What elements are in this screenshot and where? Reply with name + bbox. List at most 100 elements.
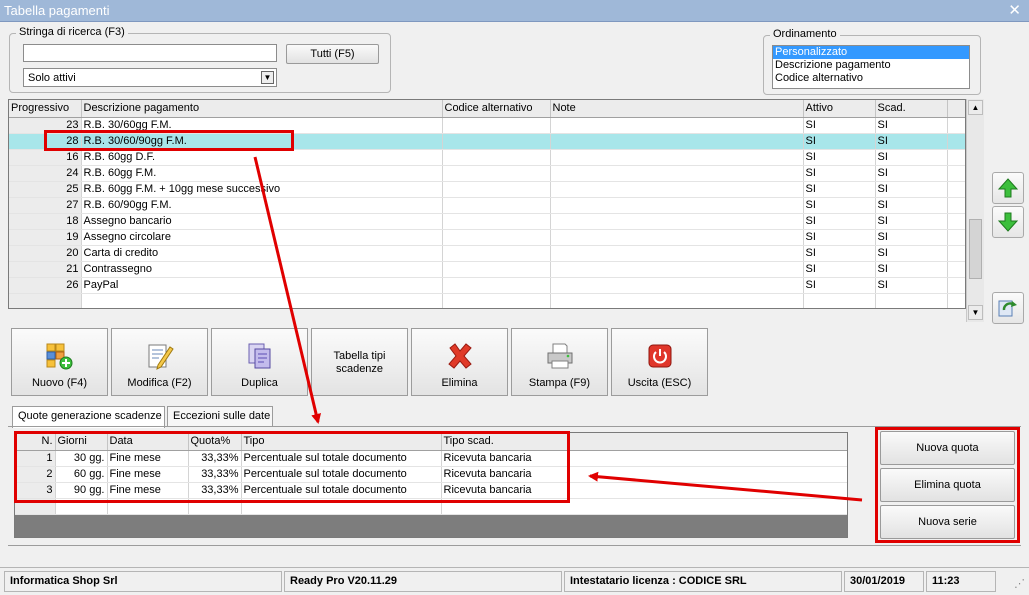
quota-cell-n: 3 — [15, 482, 56, 499]
col-header-note[interactable]: Note — [550, 100, 804, 118]
col-header-tipo[interactable]: Tipo — [241, 433, 442, 451]
payment-row[interactable]: 24 R.B. 60gg F.M. SI SI — [9, 165, 965, 182]
quota-empty-row — [15, 498, 847, 515]
scroll-up-icon[interactable]: ▲ — [968, 100, 983, 115]
col-header-descrizione[interactable]: Descrizione pagamento — [81, 100, 443, 118]
quota-row[interactable]: 1 30 gg. Fine mese 33,33% Percentuale sul to… — [15, 450, 847, 467]
new-button-label: Nuovo (F4) — [31, 377, 88, 389]
quota-cell-data: Fine mese — [107, 450, 189, 467]
move-up-button[interactable] — [992, 172, 1024, 204]
payment-cell-codice — [442, 149, 551, 166]
col-header-codice[interactable]: Codice alternativo — [442, 100, 551, 118]
payment-cell-codice — [442, 133, 551, 150]
payment-row[interactable]: 23 R.B. 30/60gg F.M. SI SI — [9, 117, 965, 134]
show-all-button[interactable]: Tutti (F5) — [286, 44, 379, 64]
payment-cell-scad: SI — [875, 229, 948, 246]
duplicate-button[interactable]: Duplica — [211, 328, 308, 396]
quota-row[interactable]: 3 90 gg. Fine mese 33,33% Percentuale sul to… — [15, 482, 847, 499]
payment-row[interactable]: 16 R.B. 60gg D.F. SI SI — [9, 149, 965, 166]
payment-cell-progressivo: 16 — [9, 149, 82, 166]
payment-cell-descrizione: R.B. 60gg F.M. + 10gg mese successivo — [81, 181, 443, 198]
payment-row[interactable]: 27 R.B. 60/90gg F.M. SI SI — [9, 197, 965, 214]
payment-cell-descrizione: Carta di credito — [81, 245, 443, 262]
payment-empty-row — [9, 293, 965, 308]
scroll-down-icon[interactable]: ▼ — [968, 305, 983, 320]
exit-button[interactable]: Uscita (ESC) — [611, 328, 708, 396]
resize-grip-icon[interactable]: ⋰ — [1014, 577, 1025, 590]
col-header-quota[interactable]: Quota% — [188, 433, 242, 451]
due-types-table-button[interactable]: Tabella tipi scadenze — [311, 328, 408, 396]
new-button[interactable]: Nuovo (F4) — [11, 328, 108, 396]
duplicate-icon — [248, 343, 270, 369]
close-icon[interactable]: ✕ — [1008, 1, 1021, 19]
move-down-button[interactable] — [992, 206, 1024, 238]
payment-cell-scad: SI — [875, 165, 948, 182]
payment-cell-note — [550, 133, 804, 150]
payment-cell-filler — [947, 165, 965, 182]
payment-cell-descrizione: R.B. 60/90gg F.M. — [81, 197, 443, 214]
payment-row[interactable]: 25 R.B. 60gg F.M. + 10gg mese successivo S… — [9, 181, 965, 198]
ordering-option[interactable]: Personalizzato — [773, 46, 969, 59]
payment-cell-codice — [442, 277, 551, 294]
new-series-button[interactable]: Nuova serie — [880, 505, 1015, 539]
payment-cell-progressivo: 25 — [9, 181, 82, 198]
payment-cell-descrizione: Assegno circolare — [81, 229, 443, 246]
arrow-up-icon — [997, 178, 1019, 198]
col-header-giorni[interactable]: Giorni — [55, 433, 108, 451]
payment-row[interactable]: 21 Contrassegno SI SI — [9, 261, 965, 278]
print-button-label: Stampa (F9) — [528, 377, 591, 389]
new-quota-button[interactable]: Nuova quota — [880, 431, 1015, 465]
scroll-thumb[interactable] — [969, 219, 982, 279]
payment-cell-attivo: SI — [803, 149, 876, 166]
title-bar: Tabella pagamenti ✕ — [0, 0, 1029, 22]
tab-quote-generation[interactable]: Quote generazione scadenze — [12, 406, 165, 428]
payment-cell-progressivo: 26 — [9, 277, 82, 294]
quotes-table: N. Giorni Data Quota% Tipo Tipo scad. 13… — [15, 433, 847, 515]
delete-quota-button[interactable]: Elimina quota — [880, 468, 1015, 502]
payment-cell-filler — [947, 277, 965, 294]
quota-cell-giorni: 30 gg. — [55, 450, 108, 467]
col-header-attivo[interactable]: Attivo — [803, 100, 876, 118]
quota-row[interactable]: 2 60 gg. Fine mese 33,33% Percentuale sul to… — [15, 466, 847, 483]
payment-cell-filler — [947, 133, 965, 150]
payment-cell-progressivo: 19 — [9, 229, 82, 246]
col-header-n[interactable]: N. — [15, 433, 56, 451]
payment-row[interactable]: 18 Assegno bancario SI SI — [9, 213, 965, 230]
col-header-scad[interactable]: Scad. — [875, 100, 948, 118]
duplicate-button-label: Duplica — [241, 377, 278, 389]
payment-cell-attivo: SI — [803, 213, 876, 230]
refresh-button[interactable] — [992, 292, 1024, 324]
payment-cell-descrizione: R.B. 60gg F.M. — [81, 165, 443, 182]
payment-row[interactable]: 28 R.B. 30/60/90gg F.M. SI SI — [9, 133, 965, 150]
payment-cell-progressivo: 20 — [9, 245, 82, 262]
chevron-down-icon[interactable]: ▼ — [261, 71, 274, 84]
exit-button-label: Uscita (ESC) — [627, 377, 692, 389]
col-header-data[interactable]: Data — [107, 433, 189, 451]
edit-button[interactable]: Modifica (F2) — [111, 328, 208, 396]
payment-cell-note — [550, 165, 804, 182]
payments-scrollbar[interactable]: ▲ ▼ — [966, 99, 984, 322]
delete-button[interactable]: Elimina — [411, 328, 508, 396]
payment-cell-codice — [442, 229, 551, 246]
payment-cell-descrizione: R.B. 30/60/90gg F.M. — [81, 133, 443, 150]
payment-row[interactable]: 26 PayPal SI SI — [9, 277, 965, 294]
payment-cell-scad: SI — [875, 133, 948, 150]
status-bar: Informatica Shop Srl Ready Pro V20.11.29… — [0, 567, 1029, 595]
payment-cell-filler — [947, 149, 965, 166]
search-input[interactable] — [23, 44, 277, 62]
payment-cell-filler — [947, 213, 965, 230]
delete-x-icon — [447, 343, 472, 369]
ordering-list[interactable]: Personalizzato Descrizione pagamento Cod… — [772, 45, 970, 89]
active-filter-select[interactable]: Solo attivi ▼ — [23, 68, 277, 87]
col-header-progressivo[interactable]: Progressivo — [9, 100, 82, 118]
col-header-tipo-scad[interactable]: Tipo scad. — [441, 433, 847, 451]
ordering-option[interactable]: Codice alternativo — [773, 72, 969, 85]
quota-cell-n: 2 — [15, 466, 56, 483]
payment-row[interactable]: 20 Carta di credito SI SI — [9, 245, 965, 262]
quota-cell-data: Fine mese — [107, 466, 189, 483]
ordering-option[interactable]: Descrizione pagamento — [773, 59, 969, 72]
payment-cell-filler — [947, 117, 965, 134]
tab-date-exceptions[interactable]: Eccezioni sulle date — [167, 406, 273, 426]
print-button[interactable]: Stampa (F9) — [511, 328, 608, 396]
payment-row[interactable]: 19 Assegno circolare SI SI — [9, 229, 965, 246]
